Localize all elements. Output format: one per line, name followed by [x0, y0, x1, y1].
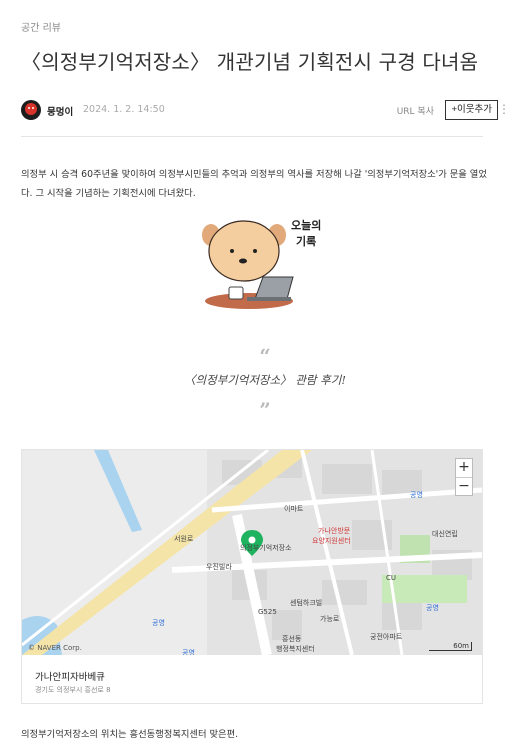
map-label-cu: CU [386, 574, 397, 582]
quote-close-icon: ” [259, 398, 271, 422]
map-label-imart: 이마트 [284, 505, 304, 513]
sticker-text-1: 오늘의 [291, 218, 321, 232]
map-label-park1: 공영 [410, 491, 423, 499]
more-options-icon[interactable]: ⋮ [498, 102, 510, 116]
map-label-ganan2: 요양지원센터 [312, 537, 351, 545]
map-label-heungseon: 흥선동 [282, 635, 302, 643]
author-name[interactable]: 뭉멍이 [47, 104, 73, 118]
sticker-text-2: 기록 [296, 234, 316, 248]
map-label-seowon: 서원로 [174, 535, 194, 543]
map-label-centum: 센텀하크빌 [290, 599, 323, 607]
zoom-out-button[interactable]: − [456, 477, 472, 495]
naver-copyright: © NAVER Corp. [28, 644, 82, 652]
quote-text: 〈의정부기억저장소〉 관람 후기! [184, 373, 346, 387]
map-zoom-control: + − [455, 458, 473, 496]
avatar[interactable] [21, 100, 41, 120]
follow-button[interactable]: +이웃추가 [445, 100, 498, 120]
post-date: 2024. 1. 2. 14:50 [83, 104, 165, 115]
map-label-heungseon2: 행정복지센터 [276, 645, 315, 653]
place-address: 경기도 의정부시 흥선로 8 [35, 686, 111, 694]
map-view[interactable]: 이마트 가나안방문 요양지원센터 의정부기억저장소 우진빌라 서원로 대신연립 … [22, 450, 482, 655]
map-label-g525: G525 [258, 608, 277, 616]
category-label[interactable]: 공간 리뷰 [21, 19, 61, 34]
map-label-woojin: 우진빌라 [206, 563, 232, 571]
quote-open-icon: “ [259, 344, 271, 368]
map-label-memory: 의정부기억저장소 [240, 544, 292, 552]
intro-paragraph: 의정부 시 승격 60주년을 맞이하여 의정부시민들의 추억과 의정부의 역사를… [21, 169, 487, 199]
url-copy-button[interactable]: URL 복사 [397, 104, 434, 117]
divider [21, 136, 483, 137]
place-name[interactable]: 가나안피자바베큐 [35, 669, 105, 683]
zoom-in-button[interactable]: + [456, 459, 472, 477]
map-label-gungjeon: 궁전아파트 [370, 633, 403, 641]
sticker-image: 오늘의 기록 [199, 213, 331, 309]
map-label-daesin: 대신연립 [432, 530, 458, 538]
map-label-park3: 공영 [152, 619, 165, 627]
map-scale: 60m [429, 642, 472, 651]
map-label-park4: 공영 [182, 649, 195, 655]
bottom-paragraph: 의정부기억저장소의 위치는 흥선동행정복지센터 맞은편. [21, 729, 239, 740]
post-title: 〈의정부기억저장소〉 개관기념 기획전시 구경 다녀옴 [21, 50, 479, 74]
map-label-ganan: 가나안방문 [318, 527, 351, 535]
map-card[interactable]: 이마트 가나안방문 요양지원센터 의정부기억저장소 우진빌라 서원로 대신연립 … [21, 449, 483, 704]
post-meta: 뭉멍이 2024. 1. 2. 14:50 URL 복사 +이웃추가 ⋮ [21, 100, 510, 122]
map-label-gaui: 가능로 [320, 615, 340, 623]
map-label-park2: 공영 [426, 604, 439, 612]
